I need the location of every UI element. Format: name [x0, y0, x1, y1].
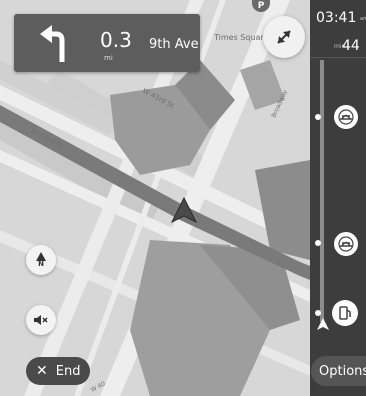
next-street-name: 9th Ave — [149, 37, 199, 52]
expand-map-button[interactable] — [263, 16, 305, 58]
volume-muted-icon — [34, 315, 48, 325]
compass-north-button[interactable]: N — [26, 245, 56, 275]
route-progress-line — [320, 60, 324, 322]
route-sidebar: 03:41 am min 44 — [310, 0, 366, 396]
sidebar-divider — [310, 57, 366, 58]
fuel-station-icon[interactable] — [332, 300, 358, 326]
end-button-label: End — [55, 363, 81, 379]
route-stop-dot — [315, 240, 321, 246]
arrival-time: 03:41 — [316, 10, 357, 26]
arrival-time-suffix: am — [360, 16, 366, 22]
distance-unit: mi — [104, 54, 113, 62]
remaining-time: 44 — [342, 38, 360, 54]
bridge-toll-icon[interactable] — [334, 232, 358, 256]
turn-instruction-panel[interactable]: 0.3 mi 9th Ave — [14, 14, 200, 72]
route-stop-dot — [315, 310, 321, 316]
route-stop-dot — [315, 114, 321, 120]
navigation-screen: W 43rd St W 42nd St Broadway Times Squar… — [0, 0, 366, 396]
current-position-marker-icon — [317, 318, 329, 330]
options-button-label: Options — [319, 363, 366, 379]
map-label-times-square: Times Square — [213, 33, 269, 42]
expand-arrows-icon — [277, 30, 291, 44]
options-button[interactable]: Options — [311, 356, 366, 386]
close-icon: ✕ — [36, 363, 48, 379]
distance-value: 0.3 — [100, 28, 132, 52]
turn-left-arrow-icon — [40, 25, 65, 62]
end-navigation-button[interactable]: ✕ End — [26, 357, 90, 385]
bridge-toll-icon[interactable] — [334, 105, 358, 129]
north-label: N — [38, 260, 44, 268]
mute-button[interactable] — [26, 305, 56, 335]
